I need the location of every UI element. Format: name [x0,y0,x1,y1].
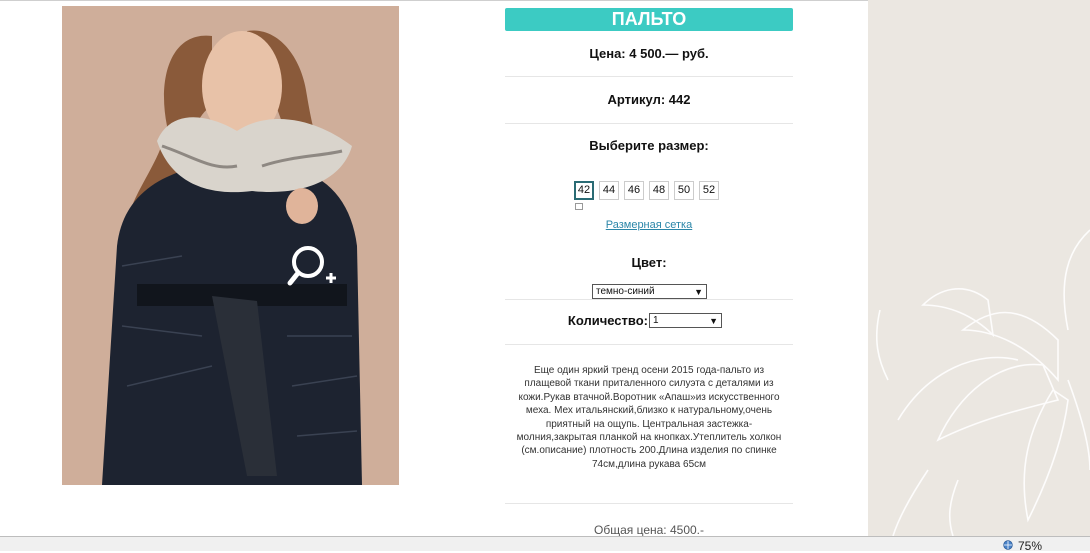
globe-icon [1003,540,1013,550]
divider [505,76,793,77]
size-selector: 42 44 46 48 50 52 [574,181,719,200]
zoom-level[interactable]: 75% [1018,539,1042,553]
size-option-44[interactable]: 44 [599,181,619,200]
zoom-in-icon[interactable] [286,240,342,296]
size-selection-checkbox[interactable] [575,203,583,210]
size-chart-link[interactable]: Размерная сетка [505,219,793,231]
divider [505,344,793,345]
chevron-down-icon: ▼ [709,316,718,326]
coat-model-illustration [62,6,399,485]
total-price: Общая цена: 4500.- [594,523,704,537]
product-article: Артикул: 442 [607,92,691,107]
floral-pattern [875,229,1090,536]
color-heading: Цвет: [631,255,667,270]
quantity-label: Количество: [567,313,648,328]
size-heading: Выберите размер: [589,138,709,153]
divider [505,503,793,504]
size-option-42[interactable]: 42 [574,181,594,200]
size-option-52[interactable]: 52 [699,181,719,200]
color-select-value: темно-синий [596,286,655,297]
color-select[interactable]: темно-синий ▼ [592,284,707,299]
browser-status-bar [0,536,1090,551]
divider [505,123,793,124]
quantity-select-value: 1 [653,315,659,326]
divider [505,299,793,300]
size-option-48[interactable]: 48 [649,181,669,200]
product-title: ПАЛЬТО [505,8,793,31]
product-description: Еще один яркий тренд осени 2015 года-пал… [516,365,782,470]
chevron-down-icon: ▼ [694,287,703,297]
product-price: Цена: 4 500.— руб. [589,46,709,61]
product-image[interactable] [62,6,399,485]
quantity-select[interactable]: 1 ▼ [649,313,722,328]
size-option-50[interactable]: 50 [674,181,694,200]
size-option-46[interactable]: 46 [624,181,644,200]
decorative-floral-background [868,0,1090,536]
